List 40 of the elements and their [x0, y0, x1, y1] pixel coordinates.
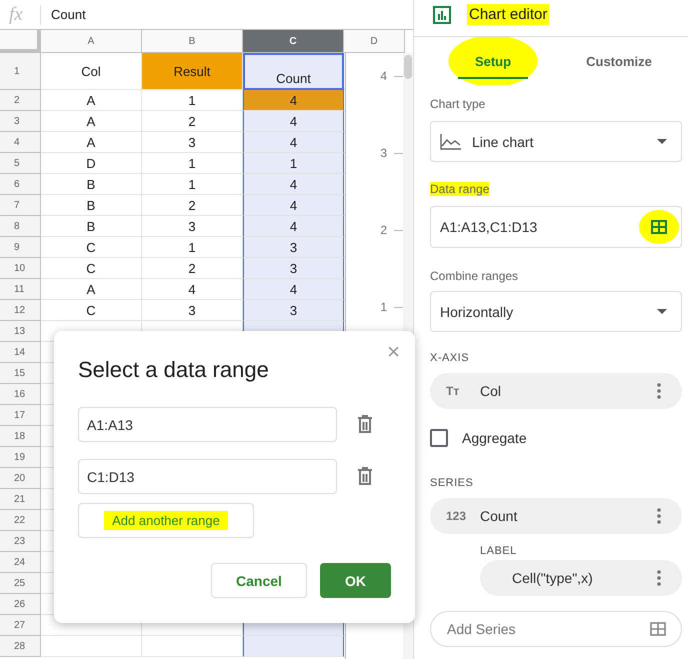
table-cell: C [41, 300, 142, 321]
table-cell: 4 [243, 174, 344, 195]
number-type-icon: 123 [446, 509, 480, 523]
axis-label: 3 [380, 146, 387, 160]
table-cell: 4 [243, 111, 344, 132]
section-heading: X-AXIS [430, 352, 470, 364]
field-label: Combine ranges [430, 269, 518, 283]
axis-label: 1 [380, 300, 387, 314]
table-cell: 3 [243, 237, 344, 258]
text-type-icon: Tт [446, 384, 480, 398]
table-cell: 4 [243, 195, 344, 216]
table-cell: A [41, 132, 142, 153]
table-cell: 4 [243, 279, 344, 300]
table-cell: A [41, 279, 142, 300]
checkbox-label: Aggregate [462, 430, 527, 446]
table-cell: 1 [243, 153, 344, 174]
table-cell: B [41, 174, 142, 195]
table-cell: Count [243, 53, 344, 90]
table-cell: D [41, 153, 142, 174]
table-cell: Result [142, 53, 243, 90]
section-heading: LABEL [480, 545, 517, 557]
field-label: Chart type [430, 97, 486, 111]
panel-title: Chart editor [467, 4, 550, 25]
table-cell: 4 [243, 132, 344, 153]
table-cell: 4 [243, 216, 344, 237]
table-cell: A [41, 90, 142, 111]
table-cell: A [41, 111, 142, 132]
table-cell: C [41, 258, 142, 279]
axis-label: 2 [380, 223, 387, 237]
function-icon: fx [9, 4, 34, 26]
table-cell: 3 [243, 300, 344, 321]
axis-label: 4 [380, 69, 387, 83]
dialog-title: Select a data range [78, 357, 269, 383]
table-cell: B [41, 195, 142, 216]
table-cell: B [41, 216, 142, 237]
section-heading: SERIES [430, 477, 474, 489]
table-cell: 3 [243, 258, 344, 279]
field-label: Data range [430, 182, 490, 196]
table-cell: C [41, 237, 142, 258]
table-cell: 4 [243, 90, 344, 111]
